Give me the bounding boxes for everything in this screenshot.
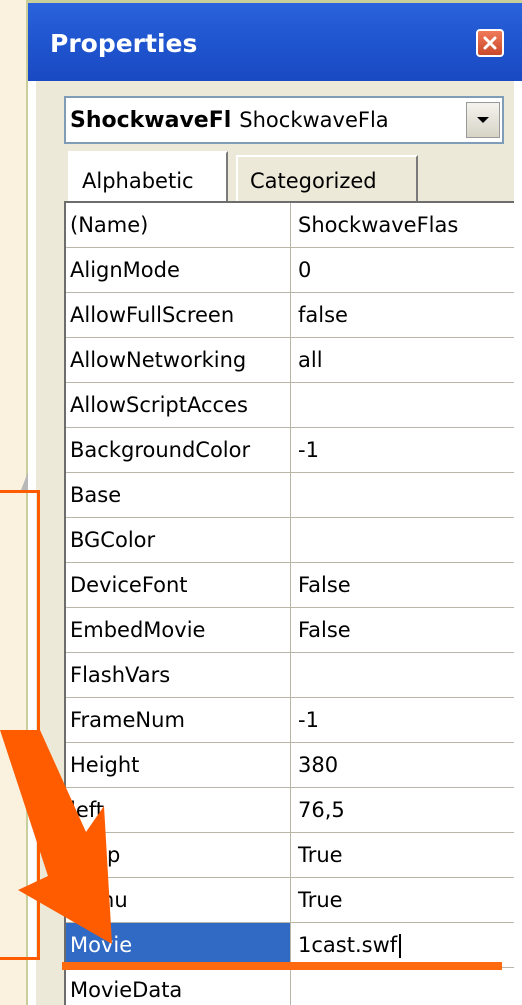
property-name: Base xyxy=(66,473,291,517)
property-name: DeviceFont xyxy=(66,563,291,607)
property-value[interactable]: 0 xyxy=(292,248,514,292)
object-dropdown-button[interactable] xyxy=(466,102,500,138)
property-value[interactable] xyxy=(292,518,514,562)
property-value[interactable]: True xyxy=(292,833,514,877)
property-row[interactable]: Height 380 xyxy=(66,743,514,788)
property-row[interactable]: left 76,5 xyxy=(66,788,514,833)
property-name: AllowFullScreen xyxy=(66,293,291,337)
property-name: AlignMode xyxy=(66,248,291,292)
property-row[interactable]: (Name) ShockwaveFlas xyxy=(66,203,514,248)
property-row[interactable]: DeviceFont False xyxy=(66,563,514,608)
annotation-arrow-icon xyxy=(0,730,112,944)
property-name: MovieData xyxy=(66,968,291,1005)
tab-categorized[interactable]: Categorized xyxy=(236,155,418,205)
property-name: EmbedMovie xyxy=(66,608,291,652)
chevron-down-icon xyxy=(477,117,489,123)
object-selector[interactable]: ShockwaveFl ShockwaveFla xyxy=(64,96,504,144)
property-value-input[interactable]: 1cast.swf xyxy=(292,923,514,967)
property-value[interactable] xyxy=(292,653,514,697)
property-row[interactable]: MovieData xyxy=(66,968,514,1005)
property-value[interactable]: all xyxy=(292,338,514,382)
title-bar[interactable]: Properties xyxy=(28,3,522,81)
property-row[interactable]: AllowFullScreen false xyxy=(66,293,514,338)
property-row[interactable]: Menu True xyxy=(66,878,514,923)
property-row[interactable]: FrameNum -1 xyxy=(66,698,514,743)
property-value[interactable]: -1 xyxy=(292,428,514,472)
object-name: ShockwaveFl xyxy=(70,107,232,133)
property-row[interactable]: FlashVars xyxy=(66,653,514,698)
property-row[interactable]: EmbedMovie False xyxy=(66,608,514,653)
property-value[interactable] xyxy=(292,968,514,1005)
property-value[interactable] xyxy=(292,473,514,517)
property-value[interactable]: -1 xyxy=(292,698,514,742)
property-value[interactable] xyxy=(292,383,514,427)
property-row[interactable]: BGColor xyxy=(66,518,514,563)
property-row[interactable]: AllowScriptAcces xyxy=(66,383,514,428)
property-row[interactable]: AllowNetworking all xyxy=(66,338,514,383)
property-grid: (Name) ShockwaveFlas AlignMode 0 AllowFu… xyxy=(64,201,514,1005)
property-value[interactable]: false xyxy=(292,293,514,337)
property-value-text: 1cast.swf xyxy=(298,933,398,957)
property-name: AllowNetworking xyxy=(66,338,291,382)
window-title: Properties xyxy=(50,29,198,58)
property-value[interactable]: 380 xyxy=(292,743,514,787)
property-value[interactable]: 76,5 xyxy=(292,788,514,832)
property-value[interactable]: False xyxy=(292,563,514,607)
property-row[interactable]: AlignMode 0 xyxy=(66,248,514,293)
close-button[interactable] xyxy=(476,29,504,57)
property-row[interactable]: Base xyxy=(66,473,514,518)
text-cursor xyxy=(399,934,402,958)
property-name: BackgroundColor xyxy=(66,428,291,472)
object-type: ShockwaveFla xyxy=(239,108,389,132)
property-value[interactable]: False xyxy=(292,608,514,652)
property-value[interactable]: True xyxy=(292,878,514,922)
property-name: (Name) xyxy=(66,203,291,247)
property-value[interactable]: ShockwaveFlas xyxy=(292,203,514,247)
annotation-underline xyxy=(62,962,502,970)
property-name: BGColor xyxy=(66,518,291,562)
property-name: FlashVars xyxy=(66,653,291,697)
property-name: AllowScriptAcces xyxy=(66,383,291,427)
property-row[interactable]: Loop True xyxy=(66,833,514,878)
property-row[interactable]: BackgroundColor -1 xyxy=(66,428,514,473)
close-icon xyxy=(483,36,497,50)
